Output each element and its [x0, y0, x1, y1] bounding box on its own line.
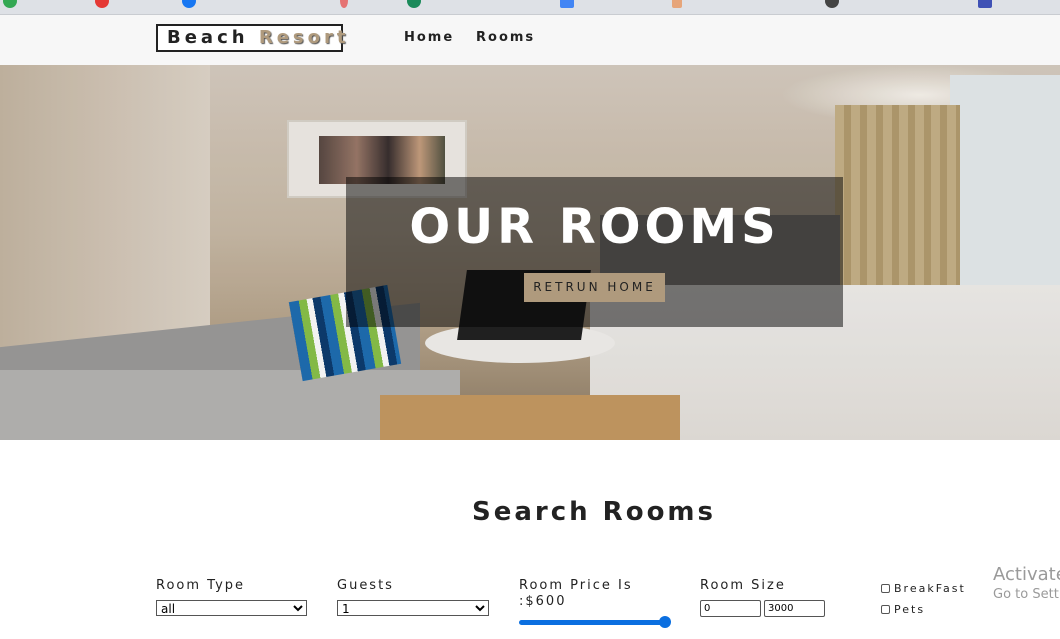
breakfast-checkbox[interactable]	[881, 584, 890, 593]
bookmark-icon[interactable]	[672, 0, 682, 8]
browser-bookmarks-bar	[0, 0, 1060, 15]
room-type-filter: Room Type all	[156, 578, 307, 617]
windows-activation-watermark: Activate Go to Sett	[993, 564, 1060, 604]
breakfast-label: BreakFast	[894, 582, 966, 595]
room-type-label: Room Type	[156, 578, 246, 593]
room-type-select[interactable]: all	[156, 600, 307, 616]
search-rooms-heading: Search Rooms	[471, 497, 716, 527]
bookmark-icon[interactable]	[3, 0, 17, 8]
room-size-label: Room Size	[700, 578, 786, 593]
hero-title-banner: OUR ROOMS RETRUN HOME	[346, 177, 843, 327]
room-size-filter: Room Size	[700, 578, 825, 617]
bookmark-icon[interactable]	[407, 0, 421, 8]
pets-option[interactable]: Pets	[881, 599, 926, 616]
hero-title: OUR ROOMS	[409, 199, 780, 255]
return-home-button[interactable]: RETRUN HOME	[524, 273, 665, 302]
site-navbar: Beach Resort Home Rooms	[0, 15, 1060, 65]
bookmark-icon[interactable]	[978, 0, 992, 8]
bookmark-icon[interactable]	[340, 0, 348, 8]
breakfast-option[interactable]: BreakFast	[881, 578, 966, 595]
price-label: Room Price Is :$600	[519, 578, 633, 609]
guests-filter: Guests 1	[337, 578, 489, 617]
guests-label: Guests	[337, 578, 394, 593]
site-logo[interactable]: Beach Resort	[156, 24, 346, 52]
bookmark-icon[interactable]	[825, 0, 839, 8]
bookmark-icon[interactable]	[560, 0, 574, 8]
logo-word-2: Resort	[258, 27, 350, 48]
youtube-icon[interactable]	[95, 0, 109, 8]
facebook-icon[interactable]	[182, 0, 196, 8]
price-slider-track[interactable]	[519, 620, 667, 625]
price-slider-thumb[interactable]	[659, 616, 671, 628]
pets-label: Pets	[894, 603, 926, 616]
price-filter: Room Price Is :$600	[519, 578, 671, 628]
nav-home-link[interactable]: Home	[404, 30, 454, 45]
max-size-input[interactable]	[764, 600, 825, 617]
pets-checkbox[interactable]	[881, 605, 890, 614]
activation-title: Activate	[993, 564, 1060, 585]
activation-subtitle: Go to Sett	[993, 587, 1059, 602]
min-size-input[interactable]	[700, 600, 761, 617]
hero-banner-image: OUR ROOMS RETRUN HOME	[0, 65, 1060, 440]
logo-word-1: Beach	[167, 27, 249, 48]
nav-rooms-link[interactable]: Rooms	[476, 30, 535, 45]
guests-select[interactable]: 1	[337, 600, 489, 616]
